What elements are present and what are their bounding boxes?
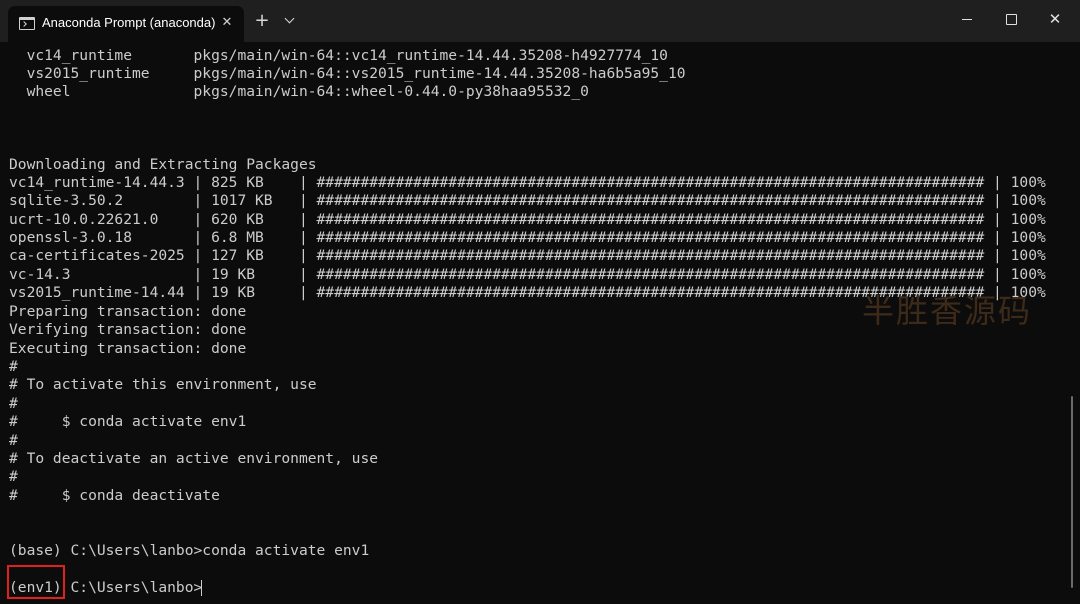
env-highlight-box (7, 565, 65, 599)
tab-anaconda-prompt[interactable]: Anaconda Prompt (anaconda) ✕ (8, 6, 244, 42)
terminal-icon (19, 17, 35, 30)
terminal-line: sqlite-3.50.2 | 1017 KB | ##############… (9, 192, 1046, 209)
terminal-line: # $ conda activate env1 (9, 413, 247, 430)
terminal-line: vc14_runtime-14.44.3 | 825 KB | ########… (9, 174, 1046, 191)
terminal-window: Anaconda Prompt (anaconda) ✕ + ✕ vc14_ru… (0, 0, 1080, 604)
terminal-line: ucrt-10.0.22621.0 | 620 KB | ###########… (9, 211, 1046, 228)
terminal-line: Downloading and Extracting Packages (9, 156, 317, 173)
terminal-line: vs2015_runtime pkgs/main/win-64::vs2015_… (9, 65, 686, 82)
scrollbar[interactable] (1071, 396, 1073, 588)
terminal-line: openssl-3.0.18 | 6.8 MB | ##############… (9, 229, 1046, 246)
terminal-line: Preparing transaction: done (9, 303, 247, 320)
terminal-line: Executing transaction: done (9, 340, 247, 357)
watermark-text: 半胜香源码 (862, 292, 1033, 330)
terminal-line: # (9, 432, 18, 449)
terminal-line: vc14_runtime pkgs/main/win-64::vc14_runt… (9, 47, 668, 64)
terminal-line: # (9, 395, 18, 412)
terminal-line: # To deactivate an active environment, u… (9, 450, 379, 467)
chevron-down-icon[interactable] (280, 11, 300, 31)
minimize-button[interactable] (944, 0, 990, 38)
tab-close-icon[interactable]: ✕ (218, 14, 236, 32)
new-tab-button[interactable]: + (252, 11, 272, 31)
terminal-line: (base) C:\Users\lanbo>conda activate env… (9, 542, 370, 559)
terminal-line: Verifying transaction: done (9, 321, 247, 338)
text-cursor (201, 580, 202, 596)
maximize-button[interactable] (988, 0, 1034, 38)
terminal-line: # (9, 468, 18, 485)
terminal-line: # (9, 358, 18, 375)
terminal-line: # To activate this environment, use (9, 376, 317, 393)
tab-title: Anaconda Prompt (anaconda) (42, 15, 216, 30)
terminal-line: ca-certificates-2025 | 127 KB | ########… (9, 247, 1046, 264)
close-button[interactable]: ✕ (1032, 0, 1078, 38)
terminal-line: wheel pkgs/main/win-64::wheel-0.44.0-py3… (9, 83, 589, 100)
terminal-line: vc-14.3 | 19 KB | ######################… (9, 266, 1046, 283)
terminal-line: # $ conda deactivate (9, 487, 220, 504)
title-bar[interactable]: Anaconda Prompt (anaconda) ✕ + ✕ (0, 0, 1080, 42)
